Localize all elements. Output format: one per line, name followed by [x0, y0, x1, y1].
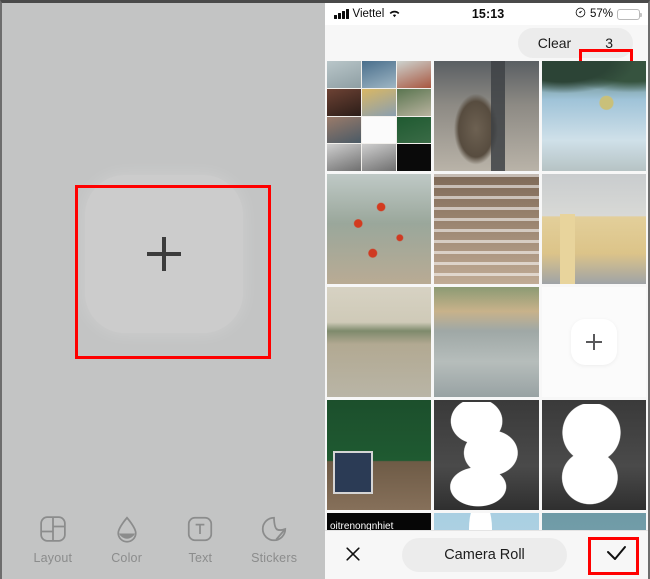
- photo-caption: oitrenongnhiet: [330, 521, 394, 530]
- screen: Layout Color Text Stickers Viettel 15:13…: [0, 0, 650, 579]
- carrier-label: Viettel: [352, 8, 385, 20]
- tool-color-label: Color: [111, 550, 143, 565]
- status-bar-right: 57%: [575, 7, 642, 21]
- plus-icon: [585, 334, 602, 350]
- droplet-icon: [112, 514, 142, 544]
- photo-lantern-tree[interactable]: [541, 61, 646, 171]
- tool-stickers[interactable]: Stickers: [239, 514, 309, 565]
- tool-color[interactable]: Color: [92, 514, 162, 565]
- photo-art: [434, 287, 539, 397]
- plus-icon: [146, 237, 181, 271]
- battery-percent-label: 57%: [589, 8, 613, 20]
- photo-sea-2[interactable]: [541, 513, 646, 530]
- camera-roll-button[interactable]: Camera Roll: [402, 538, 567, 572]
- editor-toolbar: Layout Color Text Stickers: [2, 505, 325, 579]
- photo-art: [327, 400, 432, 510]
- toolbar-pill: Clear 3: [517, 28, 633, 58]
- photo-redacted-2[interactable]: [541, 400, 646, 510]
- close-x-icon[interactable]: [343, 544, 365, 566]
- collage-editor-panel: Layout Color Text Stickers: [0, 0, 325, 579]
- collage-art: [327, 61, 432, 171]
- photo-art: [327, 287, 432, 397]
- photo-art: [541, 400, 646, 510]
- photo-redacted-1[interactable]: [434, 400, 539, 510]
- picker-toolbar: Clear 3: [325, 25, 648, 82]
- clear-button[interactable]: Clear: [518, 28, 589, 58]
- tool-layout[interactable]: Layout: [18, 514, 88, 565]
- photo-art: [327, 174, 432, 284]
- photo-dog[interactable]: [434, 61, 539, 171]
- battery-icon: [617, 8, 642, 20]
- sticker-icon: [259, 514, 289, 544]
- photo-red-flowers[interactable]: [327, 174, 432, 284]
- tool-layout-label: Layout: [33, 550, 73, 565]
- photo-art: oitrenongnhiet: [327, 513, 432, 530]
- photo-yellow-building[interactable]: [541, 174, 646, 284]
- photo-art: [434, 400, 539, 510]
- checkmark-icon[interactable]: [604, 542, 630, 568]
- photo-art: [541, 174, 646, 284]
- photo-art: [541, 61, 646, 171]
- photo-black-caption[interactable]: oitrenongnhiet: [327, 513, 432, 530]
- photo-picker-panel: Viettel 15:13 57% Clear 3 oitrenongnhiet…: [325, 0, 650, 579]
- wifi-icon: [388, 8, 401, 21]
- location-services-icon: [575, 7, 586, 21]
- add-photo-placeholder[interactable]: [84, 175, 243, 333]
- album-collage-thumbnail[interactable]: [327, 61, 432, 171]
- collage-canvas[interactable]: [2, 3, 325, 505]
- photo-art: [541, 513, 646, 530]
- picker-bottom-bar: Camera Roll: [325, 530, 648, 579]
- add-photo-button[interactable]: [570, 319, 617, 365]
- photo-art: [434, 61, 539, 171]
- text-box-icon: [185, 514, 215, 544]
- status-bar: Viettel 15:13 57%: [325, 3, 648, 25]
- selected-count-button[interactable]: 3: [589, 28, 633, 58]
- tool-text[interactable]: Text: [165, 514, 235, 565]
- photo-art: [434, 174, 539, 284]
- status-bar-left: Viettel: [334, 8, 401, 21]
- photo-sky-1[interactable]: [434, 513, 539, 530]
- photo-grid[interactable]: oitrenongnhiet: [325, 61, 648, 530]
- photo-riverside-palms[interactable]: [327, 287, 432, 397]
- layout-grid-icon: [38, 514, 68, 544]
- tool-text-label: Text: [188, 550, 213, 565]
- photo-hat-stall[interactable]: [434, 174, 539, 284]
- signal-bars-icon: [334, 9, 349, 19]
- photo-boat-vendor[interactable]: [434, 287, 539, 397]
- photo-green-banner-event[interactable]: [327, 400, 432, 510]
- clock-label: 15:13: [471, 7, 505, 21]
- add-photo-cell[interactable]: [541, 287, 646, 397]
- tool-stickers-label: Stickers: [251, 550, 298, 565]
- photo-art: [434, 513, 539, 530]
